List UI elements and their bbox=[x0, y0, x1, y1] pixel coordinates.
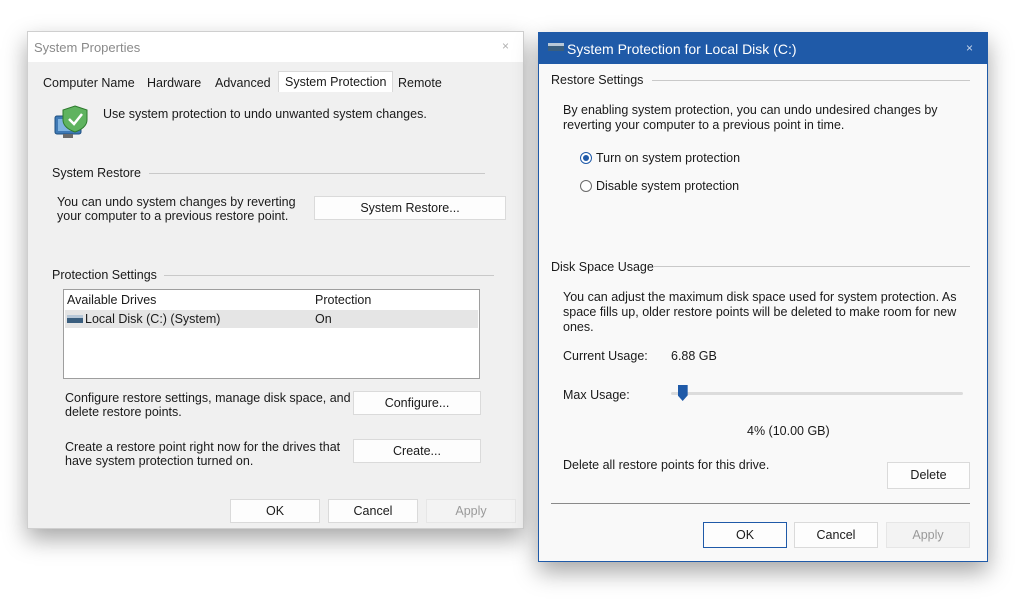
tab-advanced[interactable]: Advanced bbox=[215, 76, 271, 90]
system-properties-window: System Properties × Computer Name Hardwa… bbox=[27, 31, 524, 529]
title-bar[interactable]: System Properties × bbox=[28, 32, 523, 62]
max-usage-label: Max Usage: bbox=[563, 388, 630, 402]
group-divider bbox=[149, 173, 485, 174]
drives-list[interactable]: Available Drives Protection Local Disk (… bbox=[63, 289, 480, 379]
restore-settings-group-label: Restore Settings bbox=[551, 73, 644, 87]
drive-icon bbox=[548, 43, 564, 51]
system-restore-description-1: You can undo system changes by reverting bbox=[57, 195, 296, 209]
group-divider bbox=[652, 80, 970, 81]
tab-system-protection[interactable]: System Protection bbox=[278, 71, 394, 93]
intro-text: Use system protection to undo unwanted s… bbox=[103, 107, 427, 121]
disk-space-description-1: You can adjust the maximum disk space us… bbox=[563, 290, 957, 304]
drive-protection-status: On bbox=[315, 312, 332, 326]
restore-settings-description-2: reverting your computer to a previous po… bbox=[563, 118, 845, 132]
configure-button[interactable]: Configure... bbox=[353, 391, 481, 415]
tab-hardware[interactable]: Hardware bbox=[147, 76, 201, 90]
drive-icon bbox=[67, 315, 83, 323]
configure-description-1: Configure restore settings, manage disk … bbox=[65, 391, 351, 405]
ok-button[interactable]: OK bbox=[230, 499, 320, 523]
ok-button[interactable]: OK bbox=[703, 522, 787, 548]
drive-name: Local Disk (C:) (System) bbox=[85, 312, 221, 326]
column-header-protection[interactable]: Protection bbox=[315, 293, 371, 307]
configure-description-2: delete restore points. bbox=[65, 405, 182, 419]
create-description-1: Create a restore point right now for the… bbox=[65, 440, 341, 454]
window-title: System Protection for Local Disk (C:) bbox=[567, 41, 797, 57]
delete-button[interactable]: Delete bbox=[887, 462, 970, 489]
disk-space-description-2: space fills up, older restore points wil… bbox=[563, 305, 957, 319]
system-protection-panel: Use system protection to undo unwanted s… bbox=[35, 92, 514, 490]
restore-settings-description-1: By enabling system protection, you can u… bbox=[563, 103, 938, 117]
column-header-drives[interactable]: Available Drives bbox=[67, 293, 156, 307]
create-description-2: have system protection turned on. bbox=[65, 454, 254, 468]
max-usage-slider-thumb[interactable] bbox=[677, 385, 688, 401]
disable-protection-radio[interactable] bbox=[580, 180, 592, 192]
apply-button[interactable]: Apply bbox=[426, 499, 516, 523]
disk-space-group-label: Disk Space Usage bbox=[551, 260, 654, 274]
tab-computer-name[interactable]: Computer Name bbox=[43, 76, 135, 90]
delete-description: Delete all restore points for this drive… bbox=[563, 458, 770, 472]
group-divider bbox=[654, 266, 970, 267]
system-restore-group-label: System Restore bbox=[52, 166, 141, 180]
close-icon[interactable]: × bbox=[502, 39, 509, 53]
protection-settings-group-label: Protection Settings bbox=[52, 268, 157, 282]
group-divider bbox=[164, 275, 494, 276]
disk-space-description-3: ones. bbox=[563, 320, 594, 334]
turn-on-protection-label[interactable]: Turn on system protection bbox=[596, 151, 740, 165]
apply-button[interactable]: Apply bbox=[886, 522, 970, 548]
system-protection-icon bbox=[54, 105, 88, 138]
system-restore-description-2: your computer to a previous restore poin… bbox=[57, 209, 289, 223]
table-row[interactable]: Local Disk (C:) (System) On bbox=[65, 310, 478, 328]
current-usage-label: Current Usage: bbox=[563, 349, 648, 363]
tab-remote[interactable]: Remote bbox=[398, 76, 442, 90]
window-title: System Properties bbox=[34, 40, 141, 55]
turn-on-protection-radio[interactable] bbox=[580, 152, 592, 164]
max-usage-readout: 4% (10.00 GB) bbox=[747, 424, 830, 438]
cancel-button[interactable]: Cancel bbox=[328, 499, 418, 523]
system-restore-button[interactable]: System Restore... bbox=[314, 196, 506, 220]
title-bar[interactable]: System Protection for Local Disk (C:) × bbox=[539, 33, 987, 64]
disable-protection-label[interactable]: Disable system protection bbox=[596, 179, 739, 193]
tab-strip: Computer Name Hardware Advanced System P… bbox=[36, 70, 515, 93]
create-button[interactable]: Create... bbox=[353, 439, 481, 463]
cancel-button[interactable]: Cancel bbox=[794, 522, 878, 548]
system-protection-dialog: System Protection for Local Disk (C:) × … bbox=[538, 32, 988, 562]
close-icon[interactable]: × bbox=[966, 41, 973, 55]
footer-divider bbox=[551, 503, 970, 504]
current-usage-value: 6.88 GB bbox=[671, 349, 717, 363]
max-usage-slider[interactable] bbox=[671, 392, 963, 395]
